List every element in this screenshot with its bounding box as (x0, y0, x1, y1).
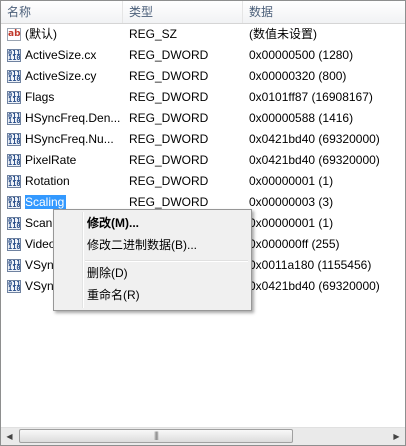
dword-value-icon: 011 110 (7, 91, 21, 104)
value-type: REG_DWORD (129, 69, 209, 83)
value-data: 0x0421bd40 (69320000) (249, 279, 380, 293)
menu-item-modify-binary[interactable]: 修改二进制数据(B)... (57, 235, 247, 256)
value-name: ActiveSize.cy (25, 69, 97, 83)
watermark-logo (283, 393, 401, 423)
scroll-thumb[interactable]: ||| (19, 429, 293, 443)
value-data: 0x00000320 (800) (249, 69, 347, 83)
value-type: REG_DWORD (129, 90, 209, 104)
dword-value-icon: 011 110 (7, 49, 21, 62)
value-name: HSyncFreq.Den... (25, 111, 121, 125)
dword-value-icon: 011 110 (7, 217, 21, 230)
value-name: Flags (25, 90, 55, 104)
value-row[interactable]: 011 110 Rotation REG_DWORD 0x00000001 (1) (1, 171, 405, 192)
value-data: 0x00000001 (1) (249, 216, 334, 230)
value-row[interactable]: ab (默认) REG_SZ (数值未设置) (1, 24, 405, 45)
value-name: PixelRate (25, 153, 77, 167)
column-header-name[interactable]: 名称 (1, 1, 123, 23)
dword-value-icon: 011 110 (7, 259, 21, 272)
scroll-right-button[interactable]: ▶ (388, 428, 405, 445)
value-data: 0x000000ff (255) (249, 237, 340, 251)
value-type: REG_DWORD (129, 153, 209, 167)
dword-value-icon: 011 110 (7, 133, 21, 146)
list-header: 名称 类型 数据 (1, 1, 405, 24)
value-type: REG_DWORD (129, 132, 209, 146)
value-row[interactable]: 011 110 HSyncFreq.Nu... REG_DWORD 0x0421bd40… (1, 129, 405, 150)
value-row[interactable]: 011 110 ActiveSize.cx REG_DWORD 0x00000500 (… (1, 45, 405, 66)
column-header-data[interactable]: 数据 (243, 1, 405, 23)
value-data: 0x0101ff87 (16908167) (249, 90, 373, 104)
value-name: HSyncFreq.Nu... (25, 132, 114, 146)
value-name: ActiveSize.cx (25, 48, 97, 62)
dword-value-icon: 011 110 (7, 196, 21, 209)
column-header-type[interactable]: 类型 (123, 1, 243, 23)
value-type: REG_DWORD (129, 111, 209, 125)
dword-value-icon: 011 110 (7, 70, 21, 83)
value-data: 0x0421bd40 (69320000) (249, 132, 380, 146)
menu-item-delete[interactable]: 删除(D) (57, 263, 247, 284)
value-row[interactable]: 011 110 ActiveSize.cy REG_DWORD 0x00000320 (… (1, 66, 405, 87)
value-row[interactable]: 011 110 PixelRate REG_DWORD 0x0421bd40 (6932… (1, 150, 405, 171)
context-menu: 修改(M)... 修改二进制数据(B)... 删除(D) 重命名(R) (53, 209, 252, 311)
value-type: REG_SZ (129, 27, 178, 41)
value-name: Rotation (25, 174, 70, 188)
dword-value-icon: 011 110 (7, 112, 21, 125)
dword-value-icon: 011 110 (7, 154, 21, 167)
menu-item-rename[interactable]: 重命名(R) (57, 285, 247, 306)
menu-item-modify[interactable]: 修改(M)... (57, 213, 247, 234)
value-type: REG_DWORD (129, 48, 209, 62)
value-data: 0x00000500 (1280) (249, 48, 354, 62)
value-data: (数值未设置) (249, 27, 317, 41)
value-type: REG_DWORD (129, 174, 209, 188)
menu-separator (85, 260, 248, 262)
horizontal-scrollbar[interactable]: ◀ ||| ▶ (1, 427, 405, 445)
value-data: 0x00000003 (3) (249, 195, 334, 209)
value-row[interactable]: 011 110 HSyncFreq.Den... REG_DWORD 0x0000058… (1, 108, 405, 129)
value-name: (默认) (25, 27, 57, 41)
value-data: 0x0011a180 (1155456) (249, 258, 372, 272)
dword-value-icon: 011 110 (7, 280, 21, 293)
dword-value-icon: 011 110 (7, 175, 21, 188)
value-data: 0x00000001 (1) (249, 174, 334, 188)
string-value-icon: ab (7, 28, 21, 41)
value-row[interactable]: 011 110 Flags REG_DWORD 0x0101ff87 (16908167… (1, 87, 405, 108)
value-data: 0x0421bd40 (69320000) (249, 153, 380, 167)
scroll-left-button[interactable]: ◀ (1, 428, 18, 445)
dword-value-icon: 011 110 (7, 238, 21, 251)
value-data: 0x00000588 (1416) (249, 111, 354, 125)
